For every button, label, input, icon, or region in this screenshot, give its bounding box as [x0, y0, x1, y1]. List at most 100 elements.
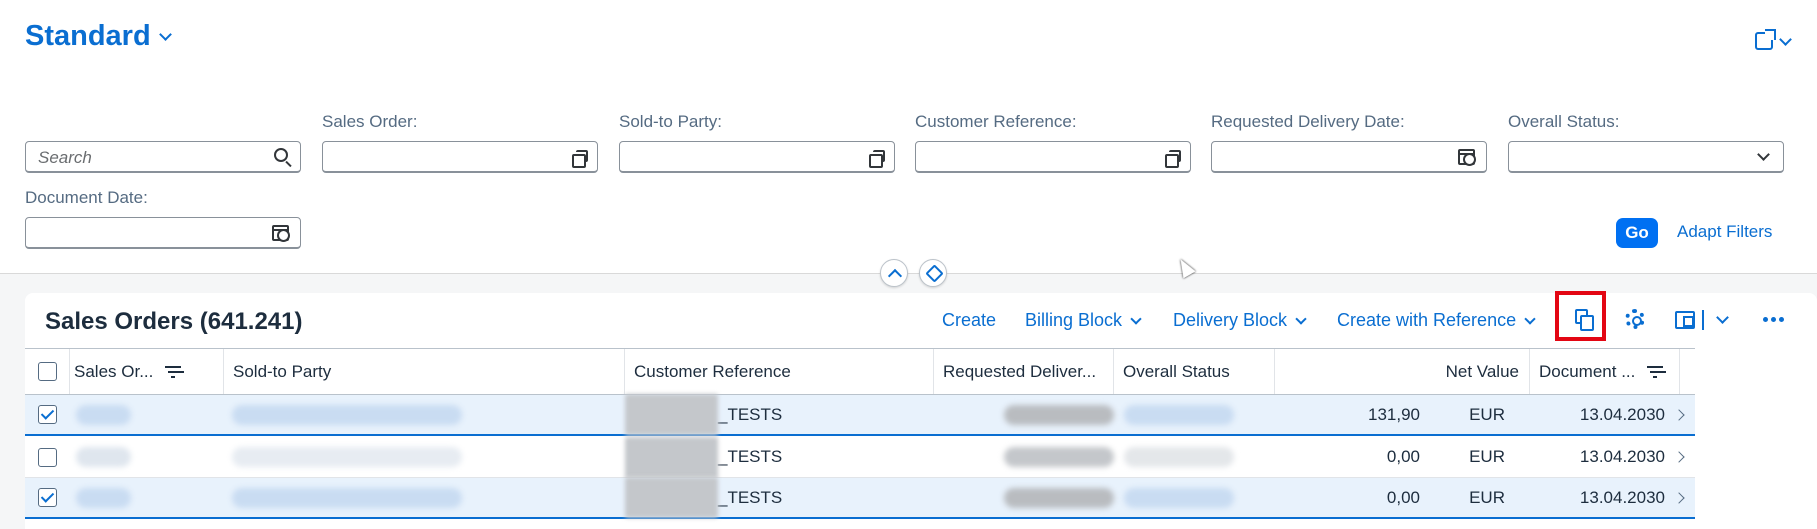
- row-checkbox[interactable]: [38, 405, 57, 424]
- calendar-icon[interactable]: [1458, 149, 1476, 166]
- redacted-value: [1124, 487, 1234, 508]
- column-header-customer-reference[interactable]: Customer Reference: [625, 349, 934, 394]
- adapt-filters-button[interactable]: Adapt Filters: [1677, 222, 1772, 242]
- search-input[interactable]: Search: [25, 141, 301, 173]
- search-placeholder: Search: [38, 148, 92, 167]
- customer-reference-field[interactable]: [915, 141, 1191, 173]
- row-navigation[interactable]: [1673, 437, 1695, 477]
- sort-icon: [1647, 365, 1664, 378]
- billing-block-button[interactable]: Billing Block: [1025, 310, 1142, 331]
- column-header-requested-delivery[interactable]: Requested Deliver...: [934, 349, 1114, 394]
- copy-icon: [1575, 309, 1594, 331]
- sold-to-party-field[interactable]: [619, 141, 895, 173]
- share-icon: [1755, 29, 1776, 50]
- row-navigation[interactable]: [1673, 395, 1695, 434]
- row-checkbox[interactable]: [38, 488, 57, 507]
- customer-reference-value: _TESTS: [718, 487, 783, 507]
- sales-order-cell: [70, 395, 224, 434]
- chevron-down-icon: [1779, 32, 1792, 46]
- document-date-cell: 13.04.2030: [1579, 447, 1665, 466]
- sales-order-cell: [70, 478, 224, 517]
- column-header-overall-status[interactable]: Overall Status: [1114, 349, 1275, 394]
- column-header-net-value[interactable]: Net Value: [1275, 349, 1530, 394]
- redacted-value: [232, 404, 462, 425]
- more-options-icon[interactable]: [1763, 317, 1784, 322]
- settings-gear-icon[interactable]: [1625, 309, 1645, 329]
- requested-delivery-cell: [934, 395, 1114, 434]
- table-grid: Sales Or... Sold-to Party Customer Refer…: [25, 348, 1695, 519]
- customer-reference-header-label: Customer Reference: [634, 361, 791, 381]
- requested-delivery-cell: [934, 478, 1114, 517]
- copy-button[interactable]: [1555, 291, 1606, 341]
- net-value-cell: 0,00: [1386, 487, 1420, 507]
- value-help-icon[interactable]: [572, 150, 588, 168]
- delivery-block-button[interactable]: Delivery Block: [1173, 310, 1307, 331]
- overall-status-cell: [1114, 478, 1275, 517]
- value-help-icon[interactable]: [869, 150, 885, 168]
- value-help-icon[interactable]: [1165, 150, 1181, 168]
- pin-header-button[interactable]: [919, 259, 947, 287]
- net-value-header-label: Net Value: [1445, 361, 1519, 381]
- calendar-icon[interactable]: [272, 225, 290, 242]
- redacted-value: [1004, 404, 1114, 425]
- chevron-right-icon: [1673, 491, 1685, 504]
- document-date-field[interactable]: [25, 217, 301, 249]
- net-value-cell: 131,90: [1368, 404, 1420, 424]
- select-all-checkbox[interactable]: [37, 362, 57, 381]
- currency-cell: EUR: [1469, 447, 1505, 466]
- table-row[interactable]: _TESTS 0,00 EUR 13.04.2030: [25, 436, 1695, 478]
- overall-status-select[interactable]: [1508, 141, 1784, 173]
- row-checkbox[interactable]: [38, 447, 57, 467]
- row-select-cell: [25, 478, 70, 517]
- filter-bar-header: Standard Search Sales Order: Sold-to Par…: [0, 0, 1817, 274]
- customer-reference-value: _TESTS: [718, 447, 783, 466]
- chevron-down-icon[interactable]: [1716, 311, 1729, 324]
- variant-title: Standard: [25, 20, 151, 52]
- export-icon[interactable]: [1675, 311, 1695, 329]
- collapse-header-button[interactable]: [880, 259, 908, 287]
- chevron-right-icon: [1673, 451, 1685, 463]
- row-select-cell: [25, 395, 70, 434]
- customer-reference-cell: _TESTS: [625, 436, 934, 478]
- create-with-reference-label: Create with Reference: [1337, 310, 1517, 330]
- redacted-value: [232, 447, 462, 467]
- redacted-value: [76, 487, 131, 508]
- redacted-value: [625, 436, 718, 478]
- document-date-label: Document Date:: [25, 188, 148, 207]
- column-header-document-date[interactable]: Document ...: [1530, 349, 1680, 394]
- overall-status-cell: [1114, 437, 1275, 477]
- create-label: Create: [942, 310, 997, 330]
- chevron-down-icon[interactable]: [1757, 148, 1770, 161]
- sales-order-field[interactable]: [322, 141, 598, 173]
- sales-order-header-label: Sales Or...: [74, 361, 154, 381]
- chevron-down-icon: [1524, 312, 1536, 325]
- document-date-cell: 13.04.2030: [1579, 487, 1665, 507]
- sold-to-party-label: Sold-to Party:: [619, 112, 722, 131]
- overall-status-cell: [1114, 395, 1275, 434]
- table-row[interactable]: _TESTS 131,90 EUR 13.04.2030: [25, 394, 1695, 436]
- create-with-reference-button[interactable]: Create with Reference: [1337, 310, 1536, 331]
- redacted-value: [76, 404, 131, 425]
- select-all-cell: [25, 349, 70, 394]
- table-header-row: Sales Or... Sold-to Party Customer Refer…: [25, 349, 1695, 395]
- variant-selector[interactable]: Standard: [25, 20, 172, 53]
- row-navigation[interactable]: [1673, 478, 1695, 517]
- document-date-header-label: Document ...: [1539, 361, 1636, 381]
- customer-reference-label: Customer Reference:: [915, 112, 1077, 131]
- requested-delivery-date-field[interactable]: [1211, 141, 1487, 173]
- share-button[interactable]: [1755, 29, 1792, 50]
- column-header-sales-order[interactable]: Sales Or...: [70, 349, 224, 394]
- create-button[interactable]: Create: [942, 310, 996, 331]
- overall-status-label: Overall Status:: [1508, 112, 1620, 131]
- chevron-down-icon: [158, 28, 172, 41]
- column-header-sold-to-party[interactable]: Sold-to Party: [224, 349, 625, 394]
- redacted-value: [625, 477, 718, 518]
- requested-delivery-cell: [934, 437, 1114, 477]
- chevron-down-icon: [1295, 312, 1307, 325]
- search-icon[interactable]: [274, 148, 288, 162]
- sold-to-party-cell: [224, 395, 625, 434]
- delivery-block-label: Delivery Block: [1173, 310, 1288, 330]
- row-select-cell: [25, 437, 70, 477]
- go-button[interactable]: Go: [1616, 218, 1658, 248]
- table-row[interactable]: _TESTS 0,00 EUR 13.04.2030: [25, 477, 1695, 519]
